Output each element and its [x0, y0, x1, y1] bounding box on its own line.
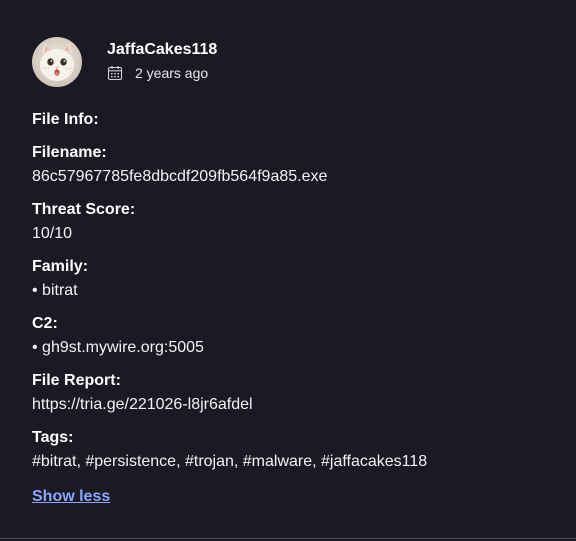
tags-section: Tags: #bitrat, #persistence, #trojan, #m… [32, 428, 552, 472]
threat-score-value: 10/10 [32, 225, 73, 242]
divider [0, 538, 576, 539]
filename-section: Filename: 86c57967785fe8dbcdf209fb564f9a… [32, 143, 552, 187]
timestamp-row: 2 years ago [107, 65, 217, 81]
file-info-heading: File Info: [32, 111, 99, 128]
c2-section: C2: • gh9st.mywire.org:5005 [32, 314, 552, 358]
threat-score-label: Threat Score: [32, 201, 136, 218]
tags-value: #bitrat, #persistence, #trojan, #malware… [32, 453, 428, 470]
filename-value: 86c57967785fe8dbcdf209fb564f9a85.exe [32, 168, 328, 185]
file-report-section: File Report: https://tria.ge/221026-l8jr… [32, 371, 552, 415]
avatar[interactable] [32, 37, 82, 87]
file-info-section: File Info: [32, 110, 552, 130]
family-label: Family: [32, 258, 89, 275]
show-less-link[interactable]: Show less [32, 487, 110, 507]
file-report-label: File Report: [32, 372, 121, 389]
calendar-icon [107, 65, 123, 81]
family-value: • bitrat [32, 282, 78, 299]
threat-score-section: Threat Score: 10/10 [32, 200, 552, 244]
c2-label: C2: [32, 315, 58, 332]
cat-avatar-icon [32, 37, 82, 87]
time-ago: 2 years ago [135, 65, 209, 81]
post-body: File Info: Filename: 86c57967785fe8dbcdf… [32, 110, 552, 507]
c2-value: • gh9st.mywire.org:5005 [32, 339, 204, 356]
post-header: JaffaCakes118 2 years ago [32, 37, 217, 89]
family-section: Family: • bitrat [32, 257, 552, 301]
username[interactable]: JaffaCakes118 [107, 40, 217, 60]
file-report-link[interactable]: https://tria.ge/221026-l8jr6afdel [32, 395, 552, 415]
post-card: JaffaCakes118 2 years ago File Info: Fil… [0, 0, 576, 541]
filename-label: Filename: [32, 144, 107, 161]
post-meta: JaffaCakes118 2 years ago [107, 37, 217, 81]
tags-label: Tags: [32, 429, 74, 446]
